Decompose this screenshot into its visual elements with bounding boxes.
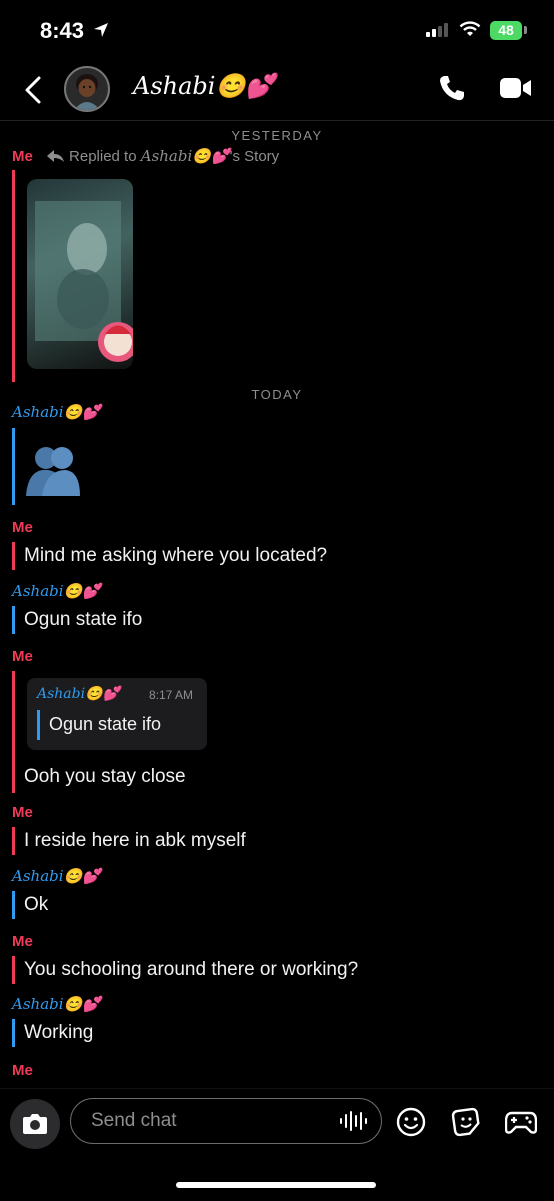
camera-icon [23,1114,47,1134]
composer-bar [0,1088,554,1201]
sender-label-me: Me [12,148,33,165]
message-bar-them [12,891,15,919]
avatar[interactable] [64,66,110,112]
chat-input-container[interactable] [70,1098,382,1144]
reply-suffix: 's Story [229,148,280,165]
reply-icon [47,150,65,162]
day-separator-yesterday: YESTERDAY [231,128,323,143]
message-text[interactable]: I reside here in abk myself [24,830,246,852]
home-indicator [176,1182,376,1188]
sender-label-me: Me [12,804,33,821]
message-text[interactable]: Ooh you stay close [24,766,186,788]
quoted-text: Ogun state ifo [49,714,162,734]
quoted-bar [37,710,40,740]
quoted-time: 8:17 AM [149,688,194,702]
chat-input[interactable] [89,1109,323,1133]
message-text[interactable]: Mind me asking where you located? [24,545,327,567]
story-image [35,201,133,362]
battery-indicator: 48 [490,21,522,40]
story-reply-context: Me Replied to Ashabi😊💕's Story [12,147,279,165]
bitmoji-avatar-icon [74,74,100,110]
message-text[interactable]: Working [24,1022,93,1044]
location-arrow-icon [94,23,108,37]
hug-emoji-icon[interactable] [24,444,82,496]
contact-name[interactable]: Ashabi😊💕 [133,72,275,100]
reply-prefix: Replied to [69,148,141,165]
message-bar-me [12,170,15,382]
message-bar-them [12,1019,15,1047]
back-icon[interactable] [22,75,46,105]
sticker-icon[interactable] [451,1107,481,1137]
smile-icon[interactable] [396,1107,426,1137]
sender-label-ashabi: Ashabi😊💕 [12,403,101,421]
story-thumbnail[interactable] [27,179,133,369]
video-icon[interactable] [500,77,532,99]
sender-label-ashabi: Ashabi😊💕 [12,867,101,885]
camera-button[interactable] [10,1099,60,1149]
message-text[interactable]: Ok [24,894,48,916]
reply-story-owner[interactable]: Ashabi😊💕 [141,147,230,165]
chat-header: Ashabi😊💕 [0,60,554,121]
sender-label-me: Me [12,933,33,950]
message-text[interactable]: You schooling around there or working? [24,959,358,981]
quoted-sender: Ashabi😊💕 [37,686,120,702]
game-icon[interactable] [505,1107,537,1137]
message-bar-me [12,671,15,793]
message-bar-me [12,542,15,570]
sender-label-me: Me [12,519,33,536]
mic-icon[interactable] [339,1109,369,1133]
status-bar: 8:43 48 [0,0,554,60]
sender-label-me: Me [12,648,33,665]
message-bar-me [12,827,15,855]
message-bar-them [12,606,15,634]
message-bar-me [12,956,15,984]
signal-icon [426,23,448,37]
message-bar-them [12,428,15,505]
sender-label-ashabi: Ashabi😊💕 [12,582,101,600]
phone-icon[interactable] [438,74,466,102]
quoted-message[interactable]: Ashabi😊💕 8:17 AM Ogun state ifo [27,678,207,750]
status-time: 8:43 [40,18,85,43]
wifi-icon [459,21,481,36]
day-separator-today: TODAY [251,387,303,402]
battery-cap [524,26,527,34]
message-text[interactable]: Ogun state ifo [24,609,142,631]
sender-label-me: Me [12,1062,33,1079]
sender-label-ashabi: Ashabi😊💕 [12,995,101,1013]
